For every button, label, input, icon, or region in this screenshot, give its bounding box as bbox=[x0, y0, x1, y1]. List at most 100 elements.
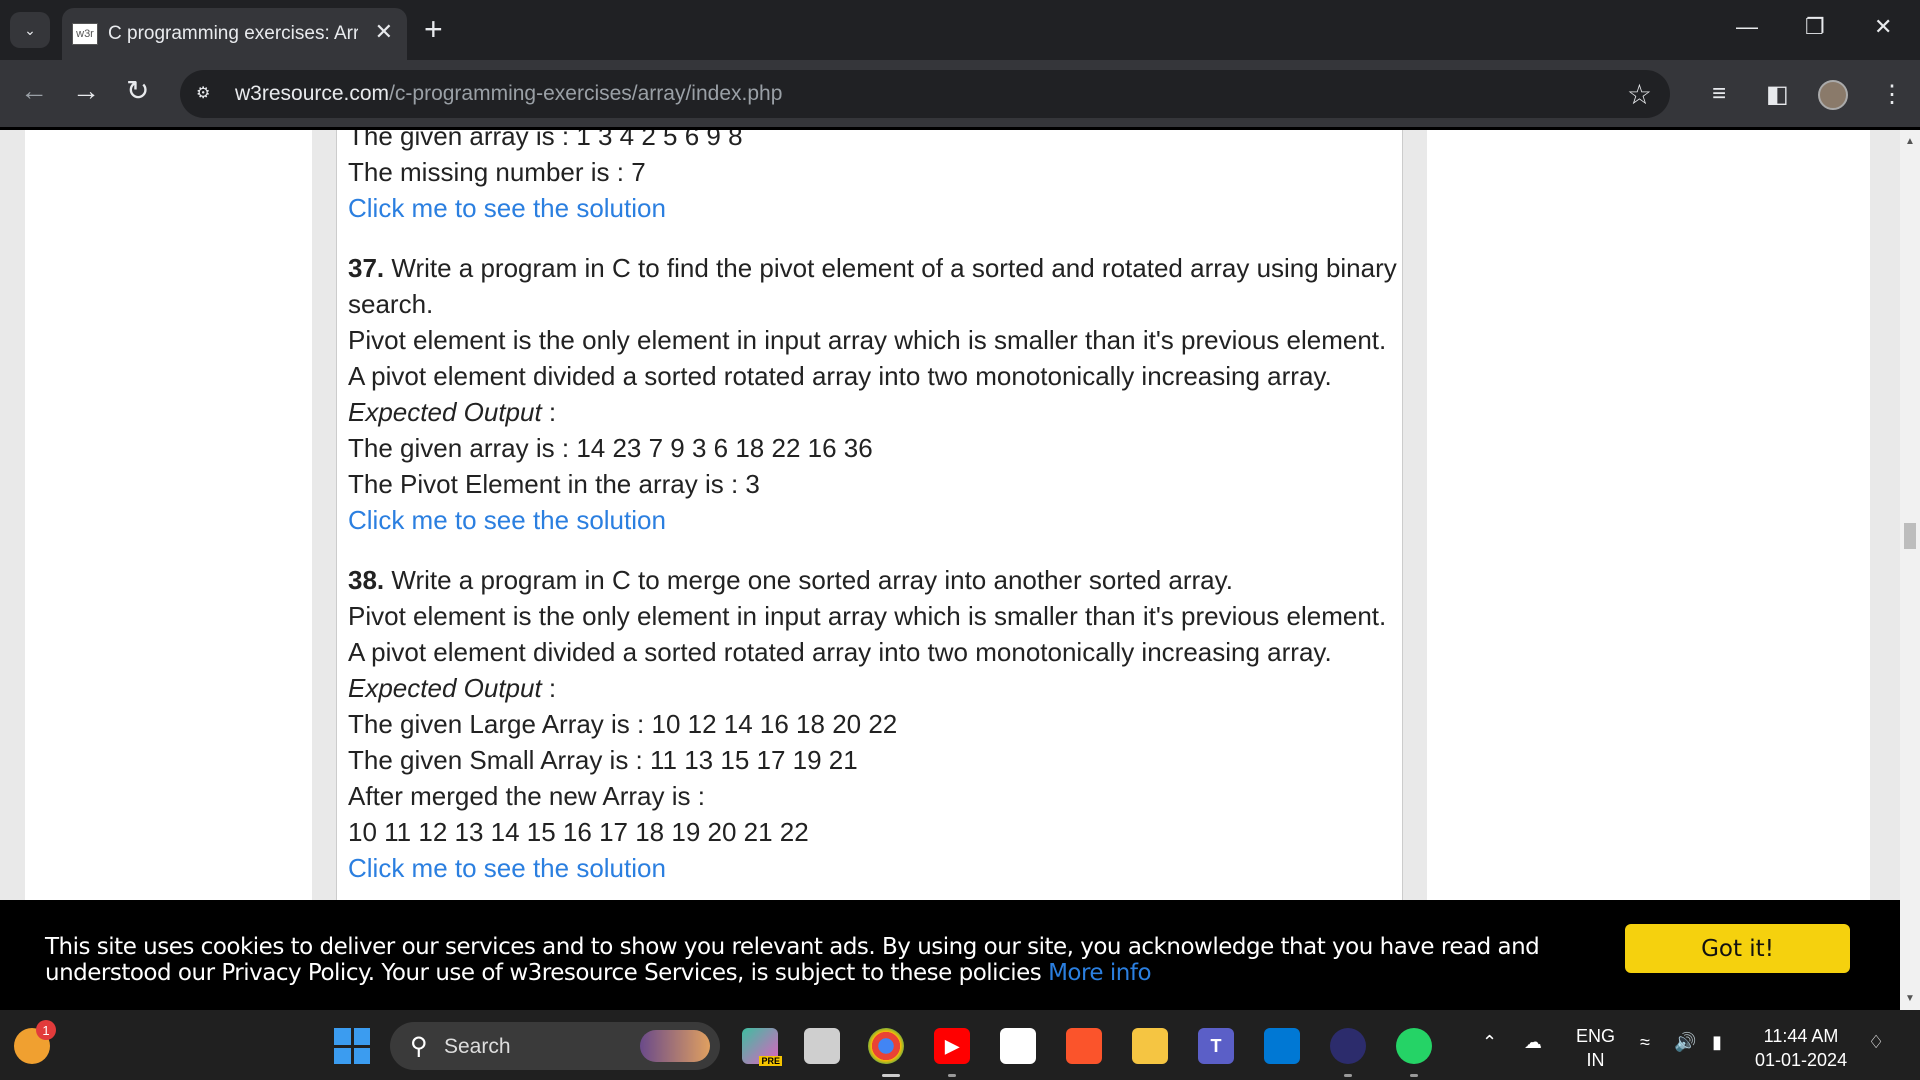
eclipse-icon[interactable] bbox=[1330, 1028, 1366, 1064]
exercise-37-expected: Expected Output : bbox=[348, 394, 1398, 430]
active-tab[interactable]: w3r C programming exercises: Array ✕ bbox=[62, 8, 407, 60]
language-indicator[interactable]: ENG IN bbox=[1576, 1024, 1615, 1072]
expected-output-label: Expected Output bbox=[348, 397, 542, 427]
search-icon: ⚲ bbox=[410, 1033, 428, 1060]
exercise-37-output-1: The given array is : 14 23 7 9 3 6 18 22… bbox=[348, 433, 873, 463]
exercise-37-desc-2: A pivot element divided a sorted rotated… bbox=[348, 361, 1332, 391]
restore-icon[interactable]: ❐ bbox=[1805, 14, 1825, 40]
exercise-38-desc-1: Pivot element is the only element in inp… bbox=[348, 601, 1387, 631]
scroll-thumb[interactable] bbox=[1904, 523, 1916, 549]
copilot-icon[interactable]: PRE bbox=[742, 1028, 782, 1066]
web-page: The given array is : 1 3 4 2 5 6 9 8 The… bbox=[0, 130, 1900, 900]
new-tab-button[interactable]: + bbox=[424, 12, 443, 46]
taskbar-search[interactable]: ⚲ Search bbox=[390, 1022, 720, 1070]
missing-number-line: The missing number is : 7 bbox=[348, 157, 646, 187]
exercise-38-number: 38. bbox=[348, 565, 385, 595]
right-sidebar bbox=[1427, 130, 1870, 900]
taskbar-clock[interactable]: 11:44 AM 01-01-2024 bbox=[1755, 1024, 1847, 1072]
exercise-38-output-4: 10 11 12 13 14 15 16 17 18 19 20 21 22 bbox=[348, 817, 809, 847]
exercise-38-output-3: After merged the new Array is : bbox=[348, 781, 705, 811]
back-arrow-icon[interactable]: ← bbox=[20, 76, 48, 106]
forward-arrow-icon[interactable]: → bbox=[72, 76, 100, 106]
microsoft-store-icon[interactable] bbox=[1000, 1028, 1036, 1064]
expected-colon: : bbox=[541, 673, 557, 703]
partial-output-line: The given array is : 1 3 4 2 5 6 9 8 bbox=[348, 130, 743, 151]
windows-start-icon[interactable] bbox=[334, 1028, 370, 1064]
chrome-active-indicator bbox=[882, 1074, 900, 1077]
copilot-badge: PRE bbox=[759, 1056, 782, 1066]
solution-link-37[interactable]: Click me to see the solution bbox=[348, 502, 1398, 538]
exercise-37-output-2: The Pivot Element in the array is : 3 bbox=[348, 469, 760, 499]
exercise-37-text: Write a program in C to find the pivot e… bbox=[384, 253, 1397, 283]
exercise-38-output-1: The given Large Array is : 10 12 14 16 1… bbox=[348, 709, 898, 739]
whatsapp-icon[interactable] bbox=[1396, 1028, 1432, 1064]
address-bar[interactable]: ⚙ w3resource.com/c-programming-exercises… bbox=[180, 70, 1670, 118]
tray-overflow-chevron-icon[interactable]: ⌃ bbox=[1482, 1032, 1497, 1053]
page-scrollbar[interactable]: ▲ ▼ bbox=[1900, 130, 1920, 1010]
clock-date: 01-01-2024 bbox=[1755, 1050, 1848, 1070]
url-host: w3resource.com bbox=[235, 82, 390, 105]
onedrive-cloud-icon[interactable]: ☁ bbox=[1524, 1032, 1542, 1053]
vscode-icon[interactable] bbox=[1264, 1028, 1300, 1064]
chevron-down-icon: ⌄ bbox=[24, 21, 36, 38]
bookmark-star-icon[interactable]: ☆ bbox=[1627, 78, 1652, 111]
exercise-37-number: 37. bbox=[348, 253, 385, 283]
site-favicon-icon: w3r bbox=[72, 23, 98, 45]
solution-link-38[interactable]: Click me to see the solution bbox=[348, 850, 1398, 886]
exercise-38-expected: Expected Output : bbox=[348, 670, 1398, 706]
exercise-38-desc-2: A pivot element divided a sorted rotated… bbox=[348, 637, 1332, 667]
browser-toolbar: ← → ↻ ⚙ w3resource.com/c-programming-exe… bbox=[0, 60, 1920, 130]
minimize-icon[interactable]: — bbox=[1736, 14, 1758, 40]
exercise-38-output-2: The given Small Array is : 11 13 15 17 1… bbox=[348, 745, 858, 775]
exercise-37-desc-1: Pivot element is the only element in inp… bbox=[348, 325, 1387, 355]
widget-badge: 1 bbox=[36, 1020, 56, 1040]
windows-taskbar: 1 ⚲ Search PRE ▶ T ⌃ ☁ ENG IN ≈ 🔊 ▮ 11:44… bbox=[0, 1010, 1920, 1080]
expected-output-label: Expected Output bbox=[348, 673, 542, 703]
side-panel-icon[interactable]: ◧ bbox=[1766, 80, 1789, 109]
exercise-37-question-cont: search. bbox=[348, 289, 434, 319]
menu-kebab-icon[interactable]: ⋮ bbox=[1880, 80, 1904, 109]
cookie-message: This site uses cookies to deliver our se… bbox=[45, 934, 1605, 986]
more-info-link[interactable]: More info bbox=[1048, 960, 1151, 986]
expected-colon: : bbox=[541, 397, 557, 427]
clock-time: 11:44 AM bbox=[1763, 1026, 1839, 1046]
reading-list-icon[interactable]: ≡ bbox=[1712, 80, 1726, 108]
url-text: w3resource.com/c-programming-exercises/a… bbox=[235, 82, 782, 106]
youtube-icon[interactable]: ▶ bbox=[934, 1028, 970, 1064]
chrome-icon[interactable] bbox=[868, 1028, 904, 1064]
youtube-indicator bbox=[948, 1074, 956, 1077]
file-explorer-icon[interactable] bbox=[1132, 1028, 1168, 1064]
exercise-37-question: 37. Write a program in C to find the piv… bbox=[348, 250, 1398, 286]
teams-icon[interactable]: T bbox=[1198, 1028, 1234, 1064]
wifi-icon[interactable]: ≈ bbox=[1640, 1032, 1650, 1053]
url-path: /c-programming-exercises/array/index.php bbox=[389, 82, 783, 105]
solution-link-36[interactable]: Click me to see the solution bbox=[348, 190, 1398, 226]
profile-avatar[interactable] bbox=[1818, 80, 1848, 110]
exercise-38-text: Write a program in C to merge one sorted… bbox=[384, 565, 1233, 595]
scroll-up-arrow-icon[interactable]: ▲ bbox=[1905, 136, 1915, 147]
brave-icon[interactable] bbox=[1066, 1028, 1102, 1064]
notification-bell-icon[interactable]: ♢ bbox=[1868, 1032, 1884, 1053]
cookie-banner: This site uses cookies to deliver our se… bbox=[0, 900, 1900, 1010]
site-settings-icon[interactable]: ⚙ bbox=[196, 83, 218, 105]
exercise-38-question: 38. Write a program in C to merge one so… bbox=[348, 562, 1398, 598]
close-window-icon[interactable]: ✕ bbox=[1874, 14, 1892, 40]
got-it-button[interactable]: Got it! bbox=[1625, 924, 1850, 973]
scroll-down-arrow-icon[interactable]: ▼ bbox=[1905, 993, 1915, 1004]
search-label: Search bbox=[444, 1035, 511, 1058]
tab-search-button[interactable]: ⌄ bbox=[10, 12, 50, 48]
exercise-content: The given array is : 1 3 4 2 5 6 9 8 The… bbox=[348, 130, 1398, 886]
lang-code: ENG bbox=[1576, 1026, 1616, 1046]
lang-region: IN bbox=[1586, 1050, 1605, 1070]
cookie-text: This site uses cookies to deliver our se… bbox=[45, 934, 1540, 986]
close-tab-icon[interactable]: ✕ bbox=[375, 21, 393, 43]
search-highlight-image bbox=[640, 1030, 710, 1062]
left-sidebar bbox=[25, 130, 312, 900]
volume-icon[interactable]: 🔊 bbox=[1674, 1032, 1696, 1053]
tab-bar: ⌄ w3r C programming exercises: Array ✕ +… bbox=[0, 0, 1920, 60]
reload-icon[interactable]: ↻ bbox=[126, 76, 149, 106]
eclipse-indicator bbox=[1344, 1074, 1352, 1077]
whatsapp-indicator bbox=[1410, 1074, 1418, 1077]
task-view-icon[interactable] bbox=[804, 1028, 840, 1064]
battery-icon[interactable]: ▮ bbox=[1712, 1032, 1722, 1053]
